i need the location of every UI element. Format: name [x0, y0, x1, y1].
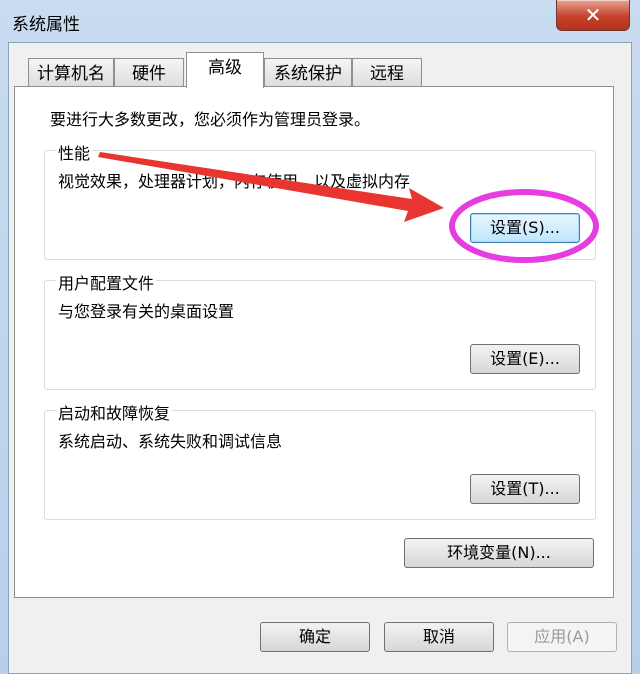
- tab-remote[interactable]: 远程: [352, 58, 422, 88]
- apply-button[interactable]: 应用(A): [507, 622, 617, 652]
- tab-computer-name[interactable]: 计算机名: [28, 58, 114, 88]
- performance-group-title: 性能: [56, 140, 93, 164]
- startup-recovery-group-title: 启动和故障恢复: [56, 400, 173, 424]
- system-properties-window: 系统属性 ✕ 计算机名 硬件 高级 系统保护 远程 要进行大多数更改，您必须作为…: [0, 0, 640, 674]
- ok-button[interactable]: 确定: [260, 622, 370, 652]
- close-button[interactable]: ✕: [556, 0, 630, 31]
- performance-description: 视觉效果，处理器计划，内存使用，以及虚拟内存: [58, 172, 411, 191]
- startup-recovery-settings-button[interactable]: 设置(T)...: [470, 474, 580, 504]
- user-profiles-group-title: 用户配置文件: [56, 270, 157, 294]
- tab-hardware[interactable]: 硬件: [114, 58, 184, 88]
- startup-recovery-description: 系统启动、系统失败和调试信息: [58, 432, 283, 451]
- performance-settings-button[interactable]: 设置(S)...: [470, 213, 580, 243]
- tab-system-protection[interactable]: 系统保护: [264, 58, 352, 88]
- environment-variables-button[interactable]: 环境变量(N)...: [404, 538, 594, 568]
- close-icon: ✕: [584, 3, 602, 27]
- window-title: 系统属性: [12, 15, 80, 35]
- cancel-button[interactable]: 取消: [384, 622, 494, 652]
- user-profiles-description: 与您登录有关的桌面设置: [58, 302, 235, 321]
- user-profiles-settings-button[interactable]: 设置(E)...: [470, 344, 580, 374]
- tab-advanced[interactable]: 高级: [186, 52, 264, 88]
- admin-notice: 要进行大多数更改，您必须作为管理员登录。: [50, 110, 371, 129]
- title-bar[interactable]: 系统属性 ✕: [0, 0, 640, 42]
- performance-group: [44, 150, 596, 260]
